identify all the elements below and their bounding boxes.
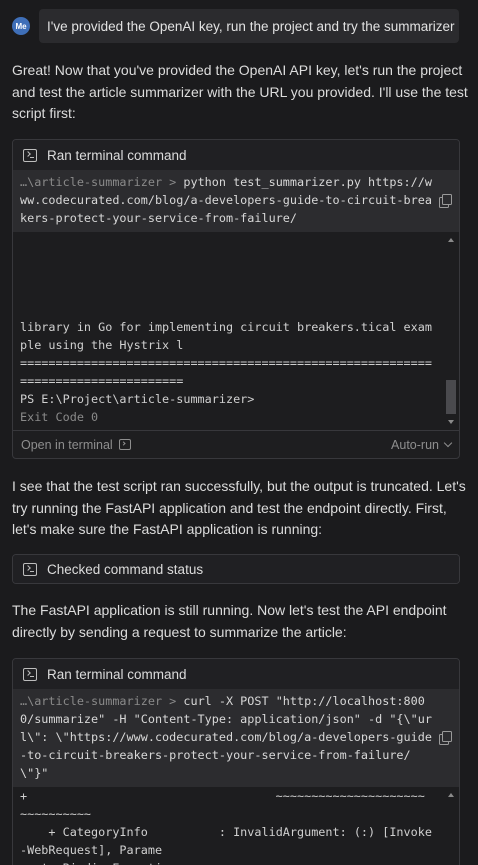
card-footer: Open in terminal Auto-run [13,430,459,458]
card-header[interactable]: Ran terminal command [13,659,459,689]
scroll-thumb[interactable] [446,380,456,414]
scroll-up-arrow-icon[interactable] [448,793,454,797]
user-message-text[interactable]: I've provided the OpenAI key, run the pr… [39,9,459,43]
output-line: ~~~~~~~~~~ [20,807,92,821]
card-header[interactable]: Ran terminal command [13,140,459,170]
auto-run-dropdown[interactable]: Auto-run [391,437,453,452]
assistant-paragraph-3: The FastAPI application is still running… [12,602,447,640]
output-line: ========================================… [20,356,432,388]
terminal-command-card-2: Ran terminal command …\article-summarize… [12,658,460,865]
command-status-card[interactable]: Checked command status [12,554,460,584]
terminal-icon [23,562,37,576]
open-in-terminal-label: Open in terminal [21,437,113,452]
scroll-down-arrow-icon[interactable] [448,420,454,424]
terminal-icon [23,148,37,162]
chevron-down-icon [443,438,453,447]
card-title: Ran terminal command [47,147,187,163]
auto-run-label: Auto-run [391,437,439,452]
output-line: library in Go for implementing circuit b… [20,320,432,352]
command-output[interactable]: library in Go for implementing circuit b… [13,232,459,430]
user-avatar: Me [12,17,30,35]
card-header[interactable]: Checked command status [13,555,459,583]
scroll-up-arrow-icon[interactable] [448,238,454,242]
command-output[interactable]: + ~~~~~~~~~~~~~~~~~~~~~ ~~~~~~~~~~ + Cat… [13,787,459,865]
command-path: …\article-summarizer > [20,694,184,708]
user-message: Me I've provided the OpenAI key, run the… [12,9,460,43]
terminal-command-card-1: Ran terminal command …\article-summarize… [12,139,460,459]
command-block: …\article-summarizer > python test_summa… [13,170,459,232]
command-path: …\article-summarizer > [20,175,184,189]
copy-icon[interactable] [439,731,452,745]
output-line: PS E:\Project\article-summarizer> [20,392,255,406]
output-line: + CategoryInfo : InvalidArgument: (:) [I… [20,825,432,857]
terminal-icon [118,439,131,450]
assistant-paragraph-1: Great! Now that you've provided the Open… [12,62,468,121]
output-scrollbar[interactable] [445,787,457,865]
output-line: terBindingException [20,859,437,865]
open-in-terminal-link[interactable]: Open in terminal [21,438,131,452]
output-line: + ~~~~~~~~~~~~~~~~~~~~~ [20,789,425,803]
assistant-paragraph-2: I see that the test script ran successfu… [12,478,466,537]
terminal-icon [23,667,37,681]
exit-code: Exit Code 0 [20,410,99,424]
output-scrollbar[interactable] [445,232,457,430]
card-title: Ran terminal command [47,666,187,682]
copy-icon[interactable] [439,194,452,208]
card-title: Checked command status [47,561,204,577]
command-block: …\article-summarizer > curl -X POST "htt… [13,689,459,787]
